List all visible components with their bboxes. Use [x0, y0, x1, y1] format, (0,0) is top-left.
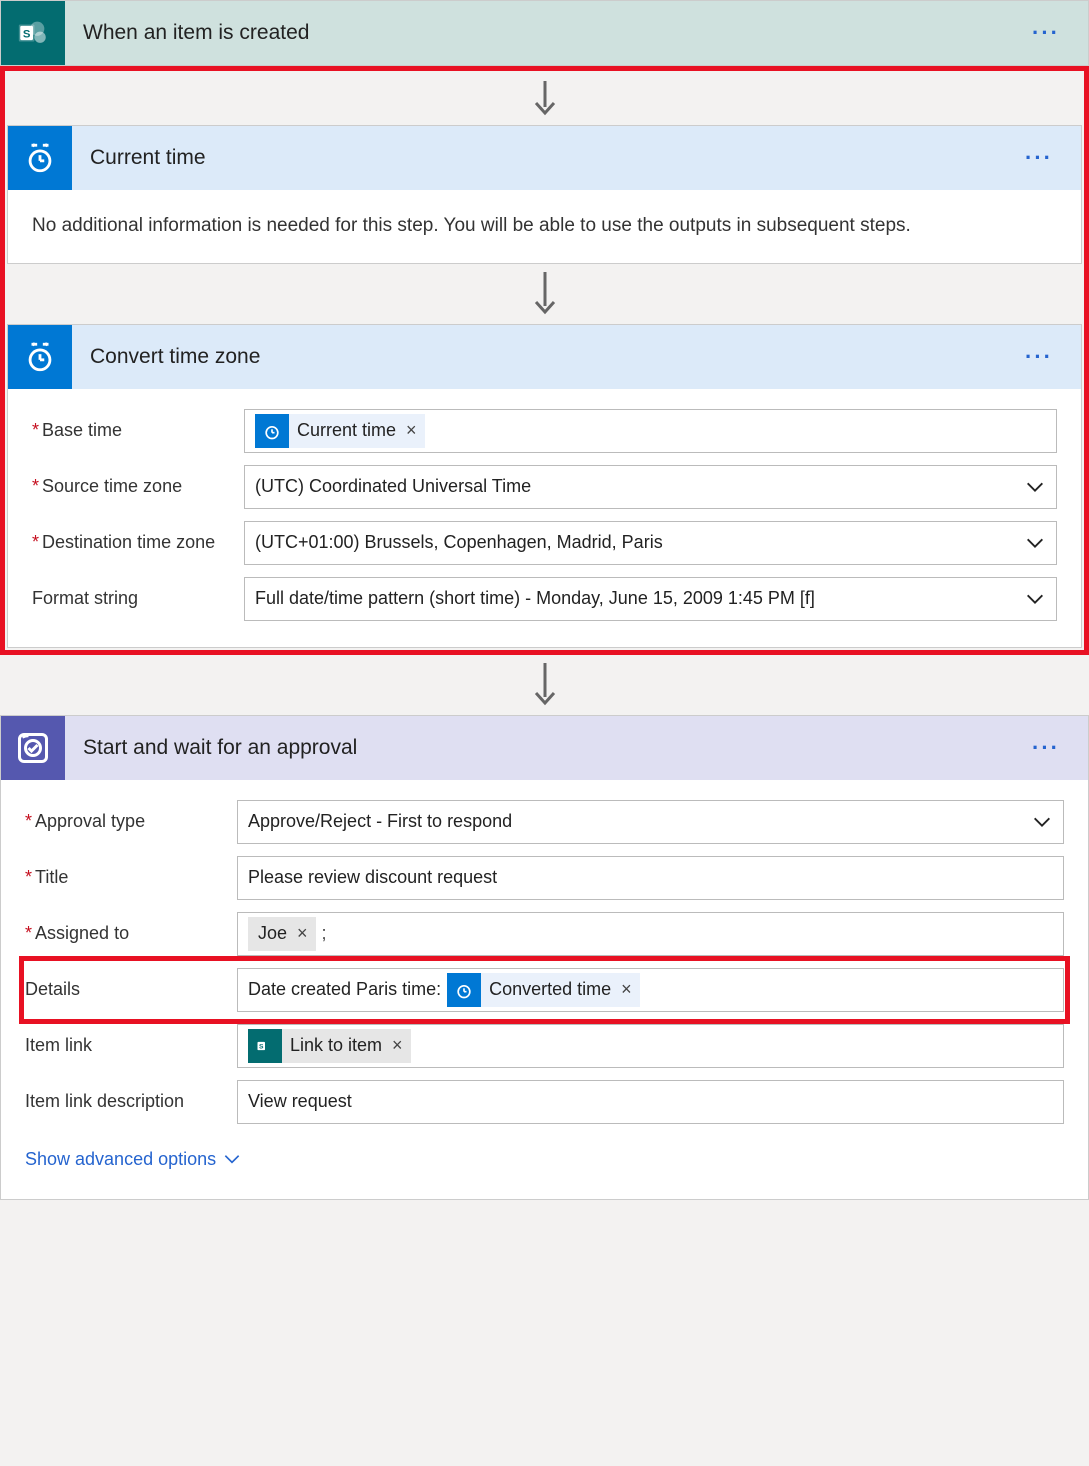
connector-arrow — [7, 73, 1082, 125]
item-link-input[interactable]: S Link to item × — [237, 1024, 1064, 1068]
token-remove[interactable]: × — [619, 976, 634, 1003]
token-label: Current time — [297, 417, 396, 444]
approval-body: *Approval type Approve/Reject - First to… — [1, 780, 1088, 1199]
sharepoint-icon: S — [248, 1029, 282, 1063]
approval-menu-button[interactable]: ··· — [1024, 731, 1068, 765]
convert-tz-card: Convert time zone ··· *Base time Current… — [7, 324, 1082, 648]
svg-text:S: S — [259, 1043, 264, 1050]
chevron-down-icon — [1024, 588, 1046, 610]
current-time-title: Current time — [72, 146, 1017, 170]
connector-arrow — [0, 655, 1089, 715]
token-remove[interactable]: × — [390, 1032, 405, 1059]
item-link-desc-row: Item link description View request — [25, 1074, 1064, 1130]
dest-tz-select[interactable]: (UTC+01:00) Brussels, Copenhagen, Madrid… — [244, 521, 1057, 565]
convert-tz-menu-button[interactable]: ··· — [1017, 340, 1061, 374]
base-time-row: *Base time Current time × — [32, 403, 1057, 459]
approval-card: Start and wait for an approval ··· *Appr… — [0, 715, 1089, 1200]
source-tz-row: *Source time zone (UTC) Coordinated Univ… — [32, 459, 1057, 515]
approval-icon — [1, 716, 65, 780]
details-prefix: Date created Paris time: — [248, 976, 441, 1003]
trigger-menu-button[interactable]: ··· — [1024, 16, 1068, 50]
current-time-header[interactable]: Current time ··· — [8, 126, 1081, 190]
clock-icon — [8, 325, 72, 389]
approval-type-select[interactable]: Approve/Reject - First to respond — [237, 800, 1064, 844]
item-link-label: Item link — [25, 1032, 225, 1059]
dest-tz-value: (UTC+01:00) Brussels, Copenhagen, Madrid… — [255, 529, 663, 556]
token-label: Link to item — [290, 1032, 382, 1059]
base-time-input[interactable]: Current time × — [244, 409, 1057, 453]
approval-title-input[interactable]: Please review discount request — [237, 856, 1064, 900]
clock-icon — [8, 126, 72, 190]
convert-tz-header[interactable]: Convert time zone ··· — [8, 325, 1081, 389]
item-link-desc-label: Item link description — [25, 1088, 225, 1115]
approval-title-label: *Title — [25, 864, 225, 891]
token-remove[interactable]: × — [404, 417, 419, 444]
dest-tz-row: *Destination time zone (UTC+01:00) Bruss… — [32, 515, 1057, 571]
chevron-down-icon — [222, 1149, 242, 1169]
dest-tz-label: *Destination time zone — [32, 529, 232, 556]
details-input[interactable]: Date created Paris time: Converted time … — [237, 968, 1064, 1012]
show-advanced-options-link[interactable]: Show advanced options — [25, 1130, 1064, 1179]
highlight-group-1: Current time ··· No additional informati… — [0, 66, 1089, 655]
svg-text:S: S — [23, 28, 31, 40]
assigned-to-row: *Assigned to Joe × ; — [25, 906, 1064, 962]
base-time-label: *Base time — [32, 417, 232, 444]
assigned-to-label: *Assigned to — [25, 920, 225, 947]
sharepoint-icon: S — [1, 1, 65, 65]
item-link-desc-value: View request — [248, 1088, 352, 1115]
assignee-token[interactable]: Joe × — [248, 917, 316, 951]
trigger-card: S When an item is created ··· — [0, 0, 1089, 66]
chevron-down-icon — [1024, 532, 1046, 554]
current-time-token[interactable]: Current time × — [255, 414, 425, 448]
token-remove[interactable]: × — [295, 920, 310, 947]
details-row: Details Date created Paris time: Convert… — [25, 962, 1064, 1018]
assigned-to-input[interactable]: Joe × ; — [237, 912, 1064, 956]
token-label: Converted time — [489, 976, 611, 1003]
token-label: Joe — [258, 920, 287, 947]
convert-tz-title: Convert time zone — [72, 345, 1017, 369]
chevron-down-icon — [1024, 476, 1046, 498]
approval-type-value: Approve/Reject - First to respond — [248, 808, 512, 835]
format-select[interactable]: Full date/time pattern (short time) - Mo… — [244, 577, 1057, 621]
connector-arrow — [7, 264, 1082, 324]
format-value: Full date/time pattern (short time) - Mo… — [255, 585, 815, 612]
source-tz-value: (UTC) Coordinated Universal Time — [255, 473, 531, 500]
clock-icon — [255, 414, 289, 448]
convert-tz-body: *Base time Current time × *Source time z… — [8, 389, 1081, 647]
format-row: Format string Full date/time pattern (sh… — [32, 571, 1057, 627]
source-tz-select[interactable]: (UTC) Coordinated Universal Time — [244, 465, 1057, 509]
current-time-card: Current time ··· No additional informati… — [7, 125, 1082, 264]
converted-time-token[interactable]: Converted time × — [447, 973, 640, 1007]
trigger-title: When an item is created — [65, 21, 1024, 45]
approval-title-row: *Title Please review discount request — [25, 850, 1064, 906]
approval-title: Start and wait for an approval — [65, 736, 1024, 760]
current-time-menu-button[interactable]: ··· — [1017, 141, 1061, 175]
chevron-down-icon — [1031, 811, 1053, 833]
assignee-suffix: ; — [322, 920, 327, 947]
item-link-row: Item link S Link to item × — [25, 1018, 1064, 1074]
approval-type-row: *Approval type Approve/Reject - First to… — [25, 794, 1064, 850]
trigger-header[interactable]: S When an item is created ··· — [1, 1, 1088, 65]
clock-icon — [447, 973, 481, 1007]
approval-title-value: Please review discount request — [248, 864, 497, 891]
format-label: Format string — [32, 585, 232, 612]
current-time-info: No additional information is needed for … — [8, 190, 1081, 263]
approval-type-label: *Approval type — [25, 808, 225, 835]
item-link-desc-input[interactable]: View request — [237, 1080, 1064, 1124]
show-advanced-label: Show advanced options — [25, 1146, 216, 1173]
details-label: Details — [25, 976, 225, 1003]
approval-header[interactable]: Start and wait for an approval ··· — [1, 716, 1088, 780]
source-tz-label: *Source time zone — [32, 473, 232, 500]
link-to-item-token[interactable]: S Link to item × — [248, 1029, 411, 1063]
